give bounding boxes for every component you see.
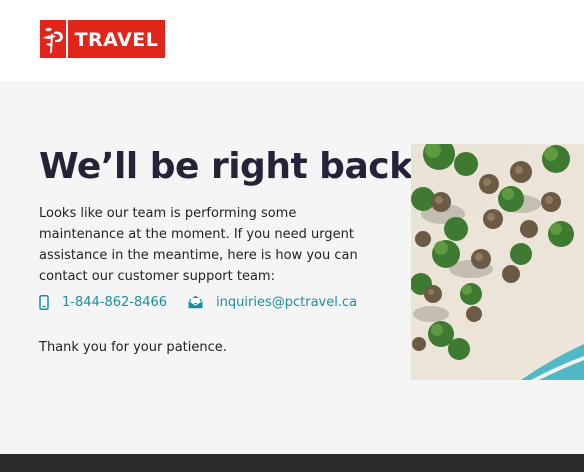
- phone-number: 1-844-862-8466: [62, 294, 168, 310]
- page-title: We’ll be right back.: [39, 146, 426, 187]
- site-footer: [0, 454, 584, 472]
- maintenance-message: Looks like our team is performing some m…: [39, 206, 358, 284]
- email-address: inquiries@pctravel.ca: [216, 294, 358, 310]
- site-header: TRAVEL: [0, 0, 584, 81]
- envelope-icon: [188, 295, 203, 309]
- pc-flag-logo-icon: [40, 20, 66, 58]
- email-link[interactable]: inquiries@pctravel.ca: [188, 295, 357, 310]
- maintenance-panel: We’ll be right back. Looks like our team…: [0, 81, 584, 454]
- thank-you-text: Thank you for your patience.: [39, 340, 227, 355]
- contact-links: 1-844-862-8466 inquiries@pctravel.ca: [39, 292, 357, 312]
- phone-icon: [39, 294, 49, 310]
- logo-wordmark: TRAVEL: [68, 20, 165, 58]
- pc-travel-logo[interactable]: TRAVEL: [40, 20, 165, 58]
- phone-link[interactable]: 1-844-862-8466: [39, 294, 168, 310]
- beach-aerial-photo: [411, 144, 584, 380]
